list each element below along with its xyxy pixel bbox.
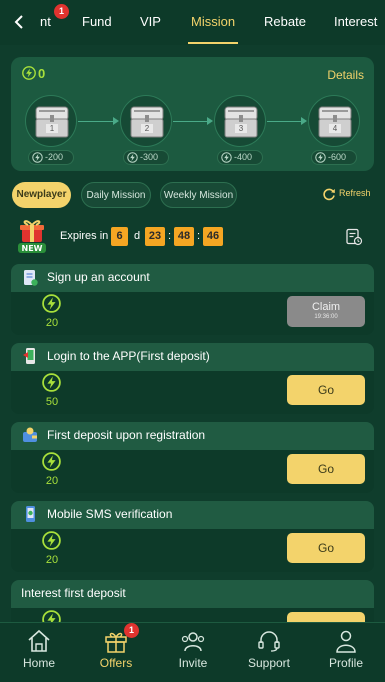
chest-number: 2 xyxy=(141,124,153,133)
task-reward: 20 xyxy=(45,317,59,329)
expires-label: Expires in xyxy=(60,230,109,242)
nav-invite[interactable]: Invite xyxy=(163,629,223,670)
claim-button[interactable]: Claim 19:36:00 xyxy=(287,296,365,327)
refresh-icon[interactable] xyxy=(322,187,336,201)
chest-cost-value: -300 xyxy=(140,152,159,162)
tab-partial[interactable]: nt xyxy=(40,14,51,29)
task-title: First deposit upon registration xyxy=(47,428,206,442)
arrow-right-icon xyxy=(301,117,307,125)
tab-rebate[interactable]: Rebate xyxy=(264,14,306,29)
go-button[interactable]: Go xyxy=(287,375,365,405)
mobile-login-icon xyxy=(23,348,35,364)
chest-cost-value: -200 xyxy=(45,152,64,162)
treasure-chest-icon xyxy=(318,106,352,138)
task-reward: 20 xyxy=(45,554,59,566)
energy-bolt-icon xyxy=(42,452,61,471)
go-button-partial[interactable] xyxy=(287,612,365,622)
energy-bolt-icon xyxy=(32,152,43,163)
headset-icon xyxy=(258,631,280,652)
task-reward: 50 xyxy=(45,396,59,408)
energy-bolt-icon xyxy=(42,294,61,313)
progress-connector xyxy=(173,121,208,122)
nav-invite-label: Invite xyxy=(178,656,208,670)
chest-3[interactable]: 3 xyxy=(214,95,266,147)
energy-points: 0 xyxy=(38,66,46,81)
chest-cost: -300 xyxy=(123,150,169,165)
tab-mission[interactable]: Mission xyxy=(191,14,235,29)
arrow-right-icon xyxy=(207,117,213,125)
chest-4[interactable]: 4 xyxy=(308,95,360,147)
refresh-label[interactable]: Refresh xyxy=(339,188,371,198)
treasure-chest-icon xyxy=(224,106,258,138)
nav-support-label: Support xyxy=(247,656,291,670)
home-icon xyxy=(28,629,50,652)
new-gift-icon: NEW xyxy=(18,220,46,253)
claim-button-label: Claim xyxy=(311,301,341,313)
active-tab-indicator xyxy=(188,42,238,44)
nav-profile-label: Profile xyxy=(328,656,363,670)
progress-connector xyxy=(267,121,302,122)
energy-bolt-icon xyxy=(42,531,61,550)
segment-daily-mission[interactable]: Daily Mission xyxy=(81,182,151,208)
progress-connector xyxy=(78,121,114,122)
mobile-sms-icon xyxy=(26,506,35,522)
nav-home[interactable]: Home xyxy=(9,629,69,670)
task-reward: 20 xyxy=(45,475,59,487)
task-title: Login to the APP(First deposit) xyxy=(47,349,210,363)
tab-interest[interactable]: Interest xyxy=(334,14,377,29)
nav-home-label: Home xyxy=(22,656,55,670)
timer-minutes: 48 xyxy=(174,227,194,246)
deposit-wallet-icon xyxy=(23,427,37,442)
top-tab-bar: nt 1 Fund VIP Mission Rebate Interest xyxy=(0,0,385,45)
timer-seconds: 46 xyxy=(203,227,223,246)
energy-bolt-icon xyxy=(22,66,36,80)
task-title: Sign up an account xyxy=(47,270,150,284)
energy-bolt-icon xyxy=(42,373,61,392)
chest-cost: -600 xyxy=(311,150,357,165)
timer-days-unit: d xyxy=(134,230,141,242)
chest-number: 3 xyxy=(235,124,247,133)
treasure-chest-icon xyxy=(35,106,69,138)
profile-icon xyxy=(336,630,356,653)
chest-cost-value: -600 xyxy=(328,152,347,162)
go-button[interactable]: Go xyxy=(287,454,365,484)
chest-cost-value: -400 xyxy=(234,152,253,162)
timer-hours: 23 xyxy=(145,227,165,246)
back-arrow-icon[interactable] xyxy=(12,12,26,32)
bottom-nav: Home Offers 1 Invite Support Profile xyxy=(0,622,385,682)
details-link[interactable]: Details xyxy=(327,68,364,82)
tab-badge: 1 xyxy=(54,4,69,19)
energy-bolt-icon xyxy=(315,152,326,163)
task-title: Mobile SMS verification xyxy=(47,507,173,521)
segment-newplayer[interactable]: Newplayer xyxy=(12,182,71,208)
chest-cost: -400 xyxy=(217,150,263,165)
invite-icon xyxy=(181,632,205,652)
tab-fund[interactable]: Fund xyxy=(82,14,112,29)
nav-support[interactable]: Support xyxy=(239,629,299,670)
treasure-chest-icon xyxy=(130,106,164,138)
task-history-icon[interactable] xyxy=(345,228,363,246)
task-title: Interest first deposit xyxy=(21,586,126,600)
nav-profile[interactable]: Profile xyxy=(316,629,376,670)
timer-separator: : xyxy=(168,230,172,242)
timer-days: 6 xyxy=(111,227,128,246)
offers-badge: 1 xyxy=(124,623,139,638)
chest-number: 1 xyxy=(46,124,58,133)
new-badge-label: NEW xyxy=(22,244,43,253)
arrow-right-icon xyxy=(113,117,119,125)
account-form-icon xyxy=(24,270,38,286)
nav-offers-label: Offers xyxy=(99,656,133,670)
energy-bolt-icon xyxy=(127,152,138,163)
chest-cost: -200 xyxy=(28,150,74,165)
timer-separator: : xyxy=(197,230,201,242)
energy-bolt-icon xyxy=(221,152,232,163)
claim-countdown: 19:36:00 xyxy=(314,314,338,320)
go-button[interactable]: Go xyxy=(287,533,365,563)
tab-vip[interactable]: VIP xyxy=(140,14,161,29)
chest-number: 4 xyxy=(329,124,341,133)
chest-1[interactable]: 1 xyxy=(25,95,77,147)
segment-weekly-mission[interactable]: Weekly Mission xyxy=(160,182,237,208)
chest-2[interactable]: 2 xyxy=(120,95,172,147)
